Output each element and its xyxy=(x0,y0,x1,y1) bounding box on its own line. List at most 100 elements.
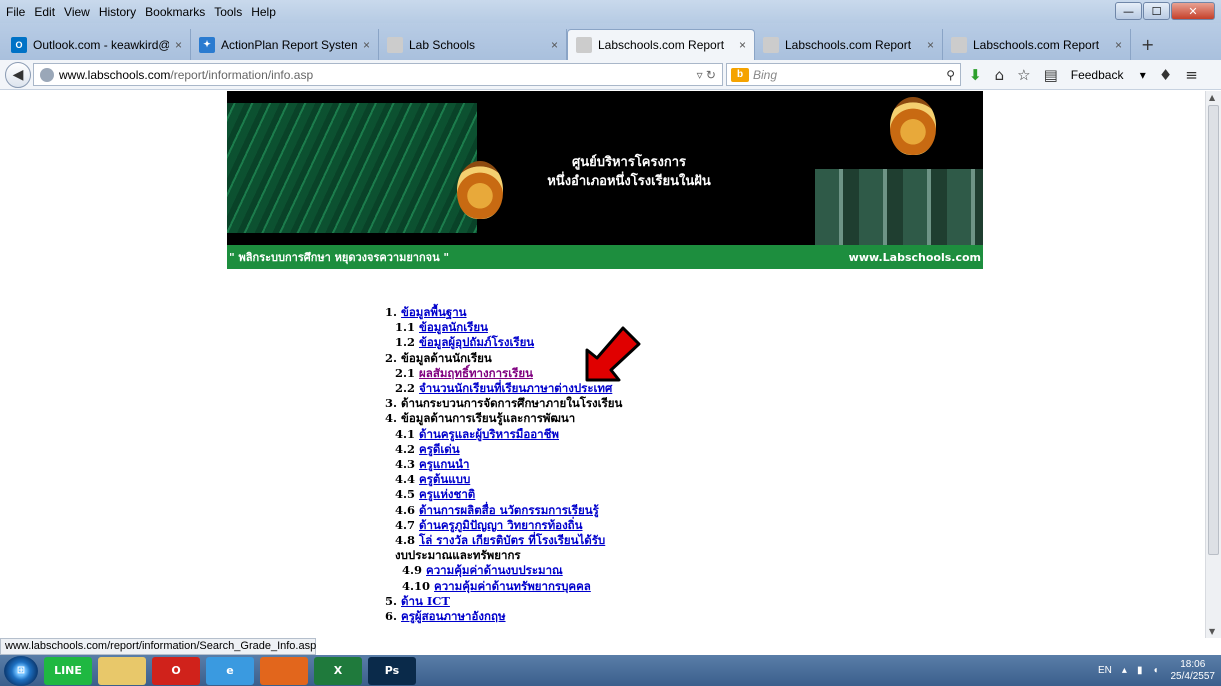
title-bar: File Edit View History Bookmarks Tools H… xyxy=(0,0,1221,23)
tab-4[interactable]: Labschools.com Report × xyxy=(755,29,943,60)
search-icon[interactable]: ⚲ xyxy=(946,68,955,82)
menu-link[interactable]: ความคุ้มค่าด้านงบประมาณ xyxy=(426,563,563,577)
close-button[interactable]: ✕ xyxy=(1171,2,1215,20)
feedback-button[interactable]: Feedback ▾ xyxy=(1071,68,1146,82)
taskbar-line-icon[interactable]: LINE xyxy=(44,656,92,685)
menu-row: 4.2 ครูดีเด่น xyxy=(385,442,622,457)
tab-close-icon[interactable]: × xyxy=(1115,38,1122,52)
menu-number: 4.9 xyxy=(402,563,423,578)
menu-link[interactable]: ครูแกนนำ xyxy=(419,457,469,471)
new-tab-button[interactable]: + xyxy=(1141,29,1154,60)
hamburger-menu-icon[interactable]: ≡ xyxy=(1185,66,1198,84)
url-host: www.labschools.com xyxy=(59,67,171,82)
banner-title-line2: หนึ่งอำเภอหนึ่งโรงเรียนในฝัน xyxy=(547,174,711,189)
menu-link[interactable]: ครูดีเด่น xyxy=(419,442,460,456)
taskbar-ie-icon[interactable]: e xyxy=(206,656,254,685)
tab-favicon-icon xyxy=(951,36,967,53)
menu-link[interactable]: ความคุ้มค่าด้านทรัพยากรบุคคล xyxy=(434,579,591,593)
scroll-down-icon[interactable]: ▼ xyxy=(1209,627,1215,636)
menu-link[interactable]: โล่ รางวัล เกียรติบัตร ที่โรงเรียนได้รับ xyxy=(419,533,605,547)
menu-tools[interactable]: Tools xyxy=(214,5,242,19)
menu-help[interactable]: Help xyxy=(251,5,276,19)
tab-1[interactable]: ✦ ActionPlan Report System × xyxy=(191,29,379,60)
menu-link[interactable]: จำนวนนักเรียนที่เรียนภาษาต่างประเทศ xyxy=(419,381,612,395)
tab-close-icon[interactable]: × xyxy=(739,38,746,52)
bookmarks-list-icon[interactable]: ▤ xyxy=(1044,66,1058,84)
taskbar-explorer-icon[interactable] xyxy=(98,656,146,685)
menu-row: 4.6 ด้านการผลิตสื่อ นวัตกรรมการเรียนรู้ xyxy=(385,503,622,518)
tray-expand-icon[interactable]: ▴ xyxy=(1122,665,1127,676)
vertical-scrollbar[interactable]: ▲ ▼ xyxy=(1205,91,1221,638)
tab-bar: O Outlook.com - keawkird@... × ✦ ActionPlan … xyxy=(0,23,1221,60)
minimize-button[interactable]: — xyxy=(1115,2,1142,20)
menu-link[interactable]: ข้อมูลนักเรียน xyxy=(419,320,488,334)
navigation-bar: ◀ www.labschools.com /report/information… xyxy=(0,60,1221,90)
system-tray: EN ▴ ▮ ◖ 18:06 25/4/2557 xyxy=(1088,659,1221,683)
menu-number: 2.2 xyxy=(395,381,416,396)
bing-icon[interactable]: b xyxy=(731,67,749,82)
menu-number: 2.1 xyxy=(395,365,416,380)
menu-number: 4.8 xyxy=(395,533,416,548)
window-controls: — ☐ ✕ xyxy=(1114,2,1215,20)
menu-bookmarks[interactable]: Bookmarks xyxy=(145,5,205,19)
taskbar-excel-icon[interactable]: X xyxy=(314,656,362,685)
tab-close-icon[interactable]: × xyxy=(175,38,182,52)
menu-link[interactable]: ด้าน ICT xyxy=(401,594,450,608)
menu-link[interactable]: ครูต้นแบบ xyxy=(419,472,470,486)
menu-number: 1.2 xyxy=(395,335,416,350)
banner-site: www.Labschools.com xyxy=(848,250,981,264)
tab-5[interactable]: Labschools.com Report × xyxy=(943,29,1131,60)
banner-title: ศูนย์บริหารโครงการ หนึ่งอำเภอหนึ่งโรงเรี… xyxy=(499,153,759,191)
reload-icon[interactable]: ▿ ↻ xyxy=(697,68,716,82)
clock[interactable]: 18:06 25/4/2557 xyxy=(1171,659,1216,683)
menu-link[interactable]: ครูแห่งชาติ xyxy=(419,487,475,501)
bookmark-star-icon[interactable]: ☆ xyxy=(1017,66,1030,84)
tab-label: Labschools.com Report xyxy=(785,37,912,52)
menu-row: 4. ข้อมูลด้านการเรียนรู้และการพัฒนา xyxy=(385,411,622,426)
menu-row: 2.2 จำนวนนักเรียนที่เรียนภาษาต่างประเทศ xyxy=(385,381,622,396)
taskbar-photoshop-icon[interactable]: Ps xyxy=(368,656,416,685)
taskbar-firefox-icon[interactable] xyxy=(260,656,308,685)
download-icon[interactable]: ⬇ xyxy=(969,66,982,84)
menu-link[interactable]: ครูผู้สอนภาษาอังกฤษ xyxy=(401,609,506,623)
menu-link[interactable]: ด้านการผลิตสื่อ นวัตกรรมการเรียนรู้ xyxy=(419,503,599,517)
tab-2[interactable]: Lab Schools × xyxy=(379,29,567,60)
scrollbar-thumb[interactable] xyxy=(1208,105,1219,555)
menu-row: 4.4 ครูต้นแบบ xyxy=(385,472,622,487)
menu-history[interactable]: History xyxy=(99,5,136,19)
tab-3[interactable]: Labschools.com Report × xyxy=(567,29,755,60)
tab-close-icon[interactable]: × xyxy=(551,38,558,52)
taskbar-opera-icon[interactable]: O xyxy=(152,656,200,685)
calculator-image xyxy=(815,169,983,247)
network-icon[interactable]: ▮ xyxy=(1137,665,1143,676)
url-bar[interactable]: www.labschools.com /report/information/i… xyxy=(33,63,723,86)
search-bar[interactable]: b Bing ⚲ xyxy=(726,63,961,86)
language-indicator[interactable]: EN xyxy=(1098,665,1112,676)
menu-link[interactable]: ด้านครูภูมิปัญญา วิทยากรท้องถิ่น xyxy=(419,518,582,532)
maximize-button[interactable]: ☐ xyxy=(1143,2,1170,20)
volume-icon[interactable]: ◖ xyxy=(1152,665,1158,676)
menu-link[interactable]: ด้านครูและผู้บริหารมืออาชีพ xyxy=(419,427,559,441)
tab-0[interactable]: O Outlook.com - keawkird@... × xyxy=(3,29,191,60)
start-button[interactable]: ⊞ xyxy=(4,655,38,686)
menu-link[interactable]: ข้อมูลพื้นฐาน xyxy=(401,305,467,319)
tab-close-icon[interactable]: × xyxy=(363,38,370,52)
menu-view[interactable]: View xyxy=(64,5,90,19)
menu-number: 1. xyxy=(385,305,398,319)
header-banner: ศูนย์บริหารโครงการ หนึ่งอำเภอหนึ่งโรงเรี… xyxy=(227,91,983,269)
menu-row: 4.3 ครูแกนนำ xyxy=(385,457,622,472)
tab-close-icon[interactable]: × xyxy=(927,38,934,52)
menu-heading: ด้านกระบวนการจัดการศึกษาภายในโรงเรียน xyxy=(401,396,623,411)
addon-icon[interactable]: ♦ xyxy=(1159,66,1172,84)
menu-edit[interactable]: Edit xyxy=(34,5,55,19)
scroll-up-icon[interactable]: ▲ xyxy=(1209,93,1215,102)
back-button[interactable]: ◀ xyxy=(5,61,31,88)
menu-link[interactable]: ผลสัมฤทธิ์ทางการเรียน xyxy=(419,366,533,380)
tab-favicon-icon xyxy=(576,37,592,53)
home-icon[interactable]: ⌂ xyxy=(995,66,1005,84)
menu-link[interactable]: ข้อมูลผู้อุปถัมภ์โรงเรียน xyxy=(419,335,534,349)
menu-number: 3. xyxy=(385,396,398,411)
menu-number: 1.1 xyxy=(395,320,416,335)
menu-file[interactable]: File xyxy=(6,5,25,19)
menu-number: 4.2 xyxy=(395,441,416,456)
